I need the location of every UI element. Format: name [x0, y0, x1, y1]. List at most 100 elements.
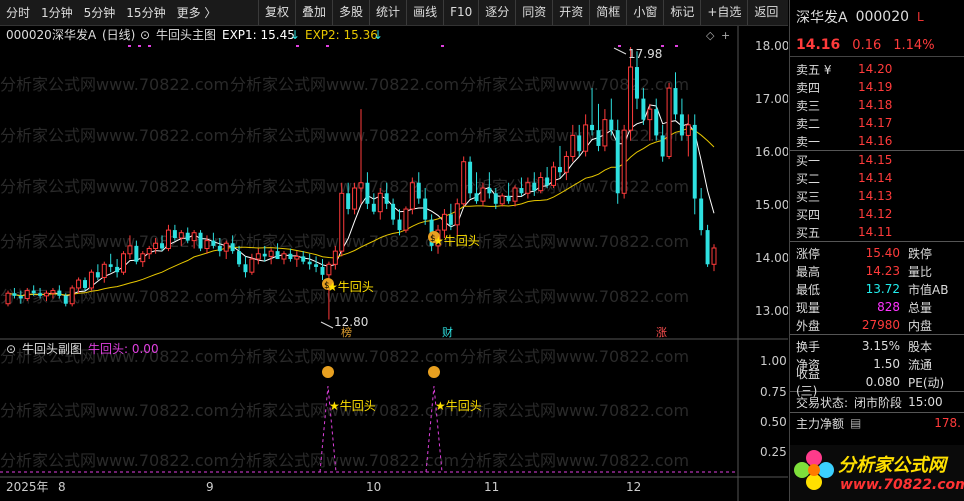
candle-body — [307, 261, 312, 265]
candle-body — [50, 290, 56, 294]
flower-icon — [794, 450, 834, 490]
period-15min[interactable]: 15分钟 — [126, 4, 165, 21]
candle-body — [83, 280, 88, 288]
stat-row: 外盘 27980 内盘 — [796, 318, 933, 333]
chart-period: (日线) — [102, 28, 135, 42]
price-tick: 17.00 — [755, 92, 788, 106]
candle-body — [268, 250, 274, 257]
chart-tools: ◇ + — [706, 29, 730, 42]
open-capital-button[interactable]: 开资 — [552, 0, 589, 25]
candle-body — [538, 177, 544, 192]
candle-body — [134, 245, 139, 262]
candle-body — [545, 177, 550, 186]
indicator-icon: ⊙ — [6, 342, 16, 356]
toolbar-buttons: 复权 叠加 多股 统计 画线 F10 逐分 同资 开资 简框 小窗 标记 +自选… — [258, 0, 784, 25]
candle-body — [423, 198, 428, 220]
watermark: 分析家公式网www.70822.com — [0, 401, 229, 420]
bid-row: 买三 14.13 — [796, 189, 893, 204]
main-net-row: 主力净额 ▤ 178. — [790, 412, 964, 433]
candle-body — [609, 119, 614, 131]
low-pointer — [320, 321, 334, 329]
candle-body — [711, 247, 717, 265]
same-capital-button[interactable]: 同资 — [515, 0, 552, 25]
candle-body — [454, 203, 460, 226]
site-logo: 分析家公式网 www.70822.com — [790, 445, 964, 501]
candle-body — [243, 264, 248, 273]
time-tick: 2025年 — [6, 480, 49, 494]
small-window-button[interactable]: 小窗 — [626, 0, 663, 25]
main-net-label: 主力净额 — [796, 416, 845, 431]
stat-row: 现量 828 总量 — [796, 300, 933, 315]
quote-title: 深华发A 000020 L — [790, 0, 964, 34]
candle-body — [487, 188, 492, 194]
f10-button[interactable]: F10 — [443, 0, 478, 25]
trade-time: 15:00 — [908, 395, 943, 409]
candle-body — [441, 213, 447, 231]
exp2-arrow-icon: ↓ — [373, 28, 383, 42]
candle-body — [275, 251, 280, 260]
quote-code: 000020 — [855, 9, 910, 25]
candle-body — [621, 129, 627, 194]
overlay-button[interactable]: 叠加 — [295, 0, 332, 25]
toolbar: 分时 1分钟 5分钟 15分钟 更多 〉 复权 叠加 多股 统计 画线 F10 … — [0, 0, 788, 26]
candle-body — [699, 198, 704, 231]
candle-body — [570, 134, 576, 157]
candle-body — [654, 109, 659, 136]
stats-button[interactable]: 统计 — [369, 0, 406, 25]
adjust-button[interactable]: 复权 — [258, 0, 295, 25]
multi-stock-button[interactable]: 多股 — [332, 0, 369, 25]
candle-body — [332, 250, 338, 265]
candle-body — [666, 87, 672, 157]
bid-row: 买一 14.15 — [796, 153, 893, 168]
watermark: 分析家公式网www.70822.com — [460, 232, 689, 251]
kline-chart[interactable]: 分析家公式网www.70822.com 分析家公式网www.70822.com … — [0, 26, 788, 501]
candle-body — [346, 193, 351, 210]
mark-button[interactable]: 标记 — [663, 0, 700, 25]
candle-body — [146, 248, 152, 255]
tick-button[interactable]: 逐分 — [478, 0, 515, 25]
simple-frame-button[interactable]: 简框 — [589, 0, 626, 25]
candle-body — [262, 253, 267, 257]
stock-code: 000020 — [6, 28, 52, 42]
ask-row: 卖一 14.16 — [796, 134, 893, 149]
candle-body — [12, 293, 17, 296]
candle-body — [371, 203, 376, 212]
candle-body — [44, 292, 49, 297]
candle-body — [634, 67, 639, 99]
watermark: 分析家公式网www.70822.com — [230, 347, 459, 366]
watermark: 分析家公式网www.70822.com — [460, 347, 689, 366]
draw-line-button[interactable]: 画线 — [406, 0, 443, 25]
event-label: 涨 — [656, 326, 667, 339]
candle-body — [391, 203, 396, 220]
price-tick: 16.00 — [755, 145, 788, 159]
price-tick: 13.00 — [755, 304, 788, 318]
back-button[interactable]: 返回 — [747, 0, 784, 25]
candle-body — [255, 253, 261, 260]
watermark: 分析家公式网www.70822.com — [0, 75, 229, 94]
candle-body — [590, 124, 595, 131]
candle-body — [18, 295, 23, 299]
candle-body — [326, 263, 332, 276]
candle-body — [172, 230, 177, 238]
plus-icon[interactable]: + — [721, 29, 730, 42]
logo-url: www.70822.com — [840, 477, 964, 493]
watermark: 分析家公式网www.70822.com — [0, 287, 229, 306]
price-change: 0.16 — [852, 37, 882, 53]
period-more[interactable]: 更多 〉 — [177, 4, 217, 21]
period-5min[interactable]: 5分钟 — [84, 4, 116, 21]
candle-body — [185, 232, 190, 241]
price-tick: 14.00 — [755, 251, 788, 265]
watermark: 分析家公式网www.70822.com — [230, 75, 459, 94]
watermark: 分析家公式网www.70822.com — [230, 126, 459, 145]
add-watchlist-button[interactable]: +自选 — [700, 0, 747, 25]
time-tick: 10 — [366, 480, 381, 494]
list-icon[interactable]: ▤ — [850, 416, 861, 430]
period-1min[interactable]: 1分钟 — [41, 4, 73, 21]
candle-body — [647, 108, 653, 121]
candle-body — [76, 279, 82, 289]
candle-body — [165, 229, 171, 250]
diamond-icon[interactable]: ◇ — [706, 29, 715, 42]
period-intraday[interactable]: 分时 — [6, 4, 30, 21]
main-indicator-name: 牛回头主图 — [156, 27, 216, 42]
event-label: 财 — [442, 325, 453, 339]
